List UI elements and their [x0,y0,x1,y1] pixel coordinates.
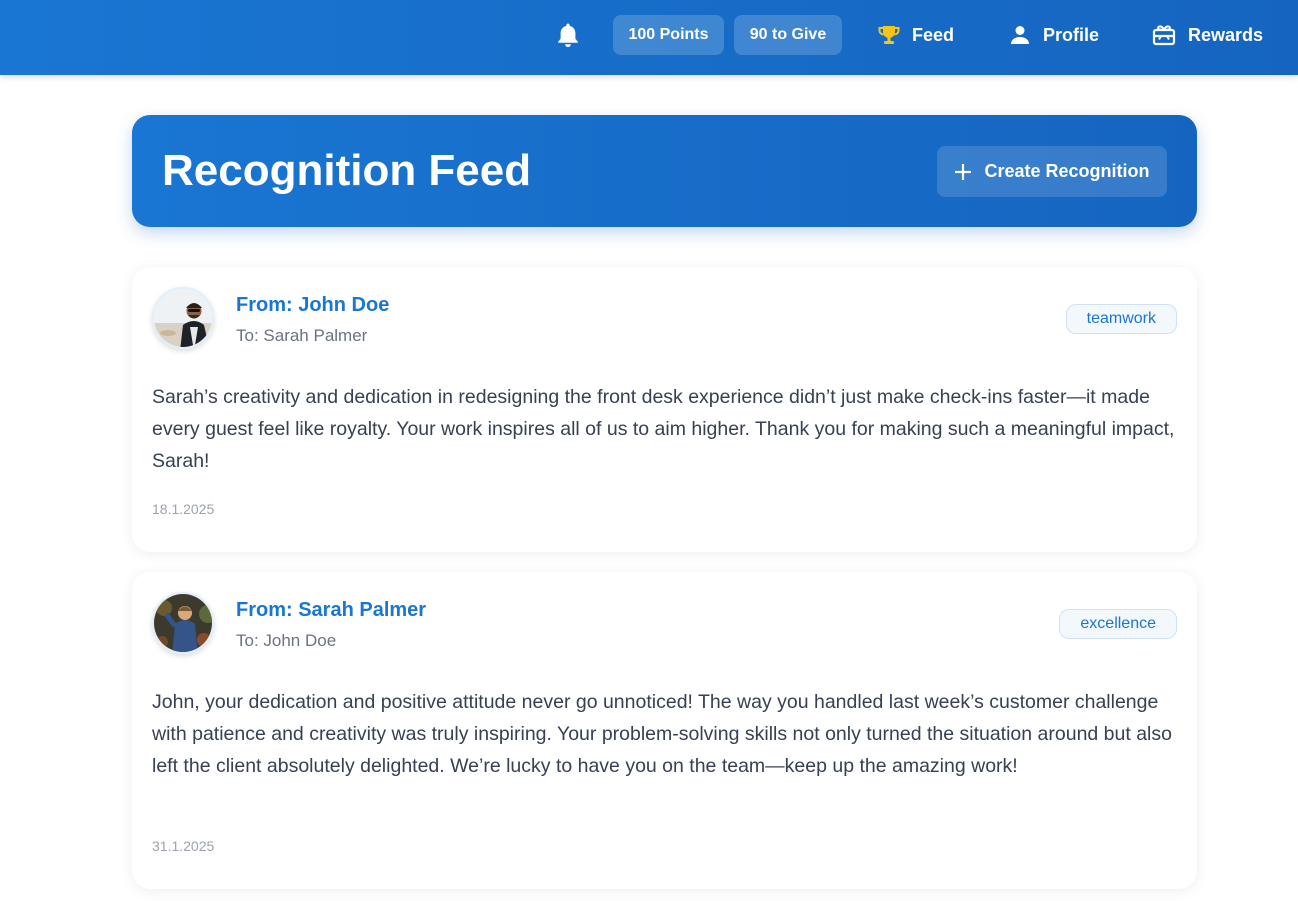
recognition-message: Sarah’s creativity and dedication in red… [152,386,1175,472]
sender-name[interactable]: From: John Doe [236,294,389,317]
points-to-give[interactable]: 90 to Give [734,15,842,55]
category-tag: excellence [1059,609,1177,639]
recipient-name: To: Sarah Palmer [236,326,368,345]
sender-name[interactable]: From: Sarah Palmer [236,599,426,622]
category-tag: teamwork [1065,304,1177,334]
recognition-message: John, your dedication and positive attit… [152,691,1172,777]
avatar[interactable] [152,592,214,654]
bell-icon [558,23,578,47]
page-title: Recognition Feed [162,146,532,195]
points-balance[interactable]: 100 Points [613,15,724,55]
gift-card-icon [1152,25,1176,46]
recognition-card: From: John Doe To: Sarah Palmer teamwork… [132,267,1197,552]
sender-photo [154,289,212,347]
top-navbar: 100 Points 90 to Give Feed Profile Rewar… [0,0,1298,75]
create-recognition-button[interactable]: Create Recognition [937,146,1167,197]
plus-icon [955,163,972,180]
trophy-icon [878,26,900,44]
nav-feed-label: Feed [912,24,955,45]
recognition-card: From: Sarah Palmer To: John Doe excellen… [132,572,1197,889]
recognition-date: 18.1.2025 [152,501,215,517]
avatar[interactable] [152,287,214,349]
notifications-button[interactable] [554,21,582,49]
nav-profile[interactable]: Profile [1009,20,1099,50]
nav-rewards[interactable]: Rewards [1152,20,1263,50]
sender-photo [154,594,212,652]
recognition-date: 31.1.2025 [152,838,215,854]
recipient-name: To: John Doe [236,631,337,650]
nav-profile-label: Profile [1043,24,1100,45]
feed-header-banner: Recognition Feed Create Recognition [132,115,1197,227]
nav-rewards-label: Rewards [1188,24,1264,45]
create-recognition-label: Create Recognition [984,161,1150,181]
person-icon [1011,26,1029,44]
nav-feed[interactable]: Feed [878,20,954,50]
